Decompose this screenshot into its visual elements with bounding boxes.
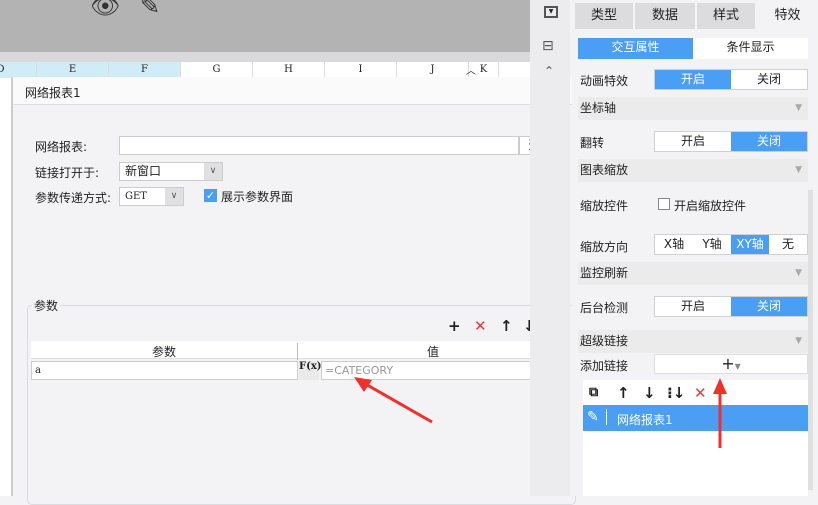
method-select[interactable]: GET ∨ [119,187,184,206]
open-in-label: 链接打开于: [35,166,100,180]
header-value: 值 [426,345,439,359]
list-item[interactable]: ✎ 网络报表1 [583,405,808,431]
params-table-header: 参数 值 [31,341,567,360]
bgcheck-off[interactable]: 关闭 [731,297,807,316]
zoom-control-checkbox-label: 开启缩放控件 [674,199,747,213]
section-axis[interactable]: 坐标轴 ▼ [578,97,808,120]
section-zoom-label: 图表缩放 [580,163,629,177]
delete-icon[interactable]: ✕ [474,318,487,334]
caret-down-icon: ▼ [734,362,741,371]
caret-down-icon: ▼ [795,336,802,346]
formula-button[interactable]: F(x) [299,361,322,380]
column-f[interactable]: F [109,62,181,78]
column-header: D E F G H I J K ︿ [0,62,530,78]
widget-icon[interactable]: ⌃ [544,64,554,78]
subtab-interaction[interactable]: 交互属性 [578,38,693,59]
hyperlink-dialog: 网络报表1 网络报表: 选择 链接打开于: 新窗口∨ 参数传递方式: GET∨ … [12,77,581,505]
params-legend: 参数 [32,297,61,314]
side-toolbar: ▼ ⊟ ⌃ [530,0,570,496]
animation-label: 动画特效 [580,74,629,88]
tab-style[interactable]: 样式 [697,3,755,29]
link-name: 网络报表1 [617,413,673,427]
section-monitor[interactable]: 监控刷新 ▼ [578,262,808,285]
delete-icon[interactable]: ✕ [694,385,707,401]
tab-data[interactable]: 数据 [635,3,695,29]
section-hyperlink-label: 超级链接 [580,334,629,348]
section-hyperlink[interactable]: 超级链接 ▼ [578,330,808,353]
zoom-y[interactable]: Y轴 [693,235,731,254]
spreadsheet-rows [0,78,12,496]
report-label: 网络报表: [35,140,88,154]
tab-effects[interactable]: 特效 [757,3,818,29]
flip-on[interactable]: 开启 [655,132,731,151]
arrow-down-icon[interactable]: ↓ [643,385,656,401]
bgcheck-on[interactable]: 开启 [655,297,731,316]
add-link-button[interactable]: +▼ [654,354,808,374]
subtab-condition[interactable]: 条件显示 [693,38,808,59]
edit-icon[interactable]: ✎ [587,409,607,425]
show-params-checkbox[interactable]: ✓ [204,189,217,202]
arrow-up-icon[interactable]: ↑ [500,318,513,334]
flip-label: 翻转 [580,136,605,150]
section-zoom[interactable]: 图表缩放 ▼ [578,159,808,182]
chevron-up-icon[interactable]: ︿ [466,62,476,77]
caret-down-icon: ▼ [795,268,802,278]
zoom-control-checkbox[interactable] [658,198,670,210]
zoom-control-label: 缩放控件 [580,199,629,213]
move-bottom-icon[interactable]: ⁝↓ [667,385,685,401]
column-g[interactable]: G [181,62,253,78]
column-h[interactable]: H [253,62,325,78]
copy-icon[interactable]: ⧉ [589,385,598,401]
method-label: 参数传递方式: [35,191,112,205]
params-group: 参数 + ✕ ↑ ↓ P 参数 值 a F(x) =CATEGORY [27,297,576,505]
arrow-up-icon[interactable]: ↑ [617,385,630,401]
add-icon[interactable]: + [448,318,461,334]
header-param: 参数 [31,343,298,360]
open-in-select[interactable]: 新窗口 ∨ [119,162,223,181]
animation-off[interactable]: 关闭 [731,70,807,89]
chevron-down-icon: ∨ [165,188,183,205]
table-row: a F(x) =CATEGORY [31,361,567,381]
column-j[interactable]: J [397,62,469,78]
link-list: ⧉ ↑ ↓ ⁝↓ ✕ ✎ 网络报表1 [583,380,808,496]
zoom-xy[interactable]: XY轴 [731,235,769,254]
scrollbar[interactable] [808,190,813,490]
zoom-none[interactable]: 无 [769,235,807,254]
zoom-direction-label: 缩放方向 [580,240,629,254]
divider [0,52,530,62]
dropdown-widget-icon[interactable]: ▼ [544,6,558,18]
chevron-down-icon: ∨ [204,163,222,180]
column-e[interactable]: E [37,62,109,78]
add-link-label: 添加链接 [580,359,629,373]
show-params-label: 展示参数界面 [221,190,294,204]
layout-icon[interactable]: ⊟ [542,38,554,54]
zoom-x[interactable]: X轴 [655,235,693,254]
column-i[interactable]: I [325,62,397,78]
column-d[interactable]: D [0,62,37,78]
animation-on[interactable]: 开启 [655,70,731,89]
section-monitor-label: 监控刷新 [580,266,629,280]
method-value: GET [125,191,147,202]
toolbar-area: 👁 ✎ [0,0,530,52]
background-check-label: 后台检测 [580,301,629,315]
open-in-value: 新窗口 [125,164,162,178]
caret-down-icon: ▼ [795,103,802,113]
properties-panel: 类型 数据 样式 特效 交互属性 条件显示 动画特效 开启 关闭 坐标轴 ▼ 翻转 … [572,0,818,496]
param-name-input[interactable]: a [31,361,298,380]
flip-off[interactable]: 关闭 [731,132,807,151]
report-input[interactable] [119,136,519,155]
eye-slash-icon[interactable]: 👁 [90,0,120,20]
pencil-icon[interactable]: ✎ [140,0,160,20]
add-icon: + [721,354,735,373]
section-axis-label: 坐标轴 [580,101,617,115]
caret-down-icon: ▼ [795,165,802,175]
dialog-title: 网络报表1 [13,77,581,105]
tab-type[interactable]: 类型 [575,3,633,29]
